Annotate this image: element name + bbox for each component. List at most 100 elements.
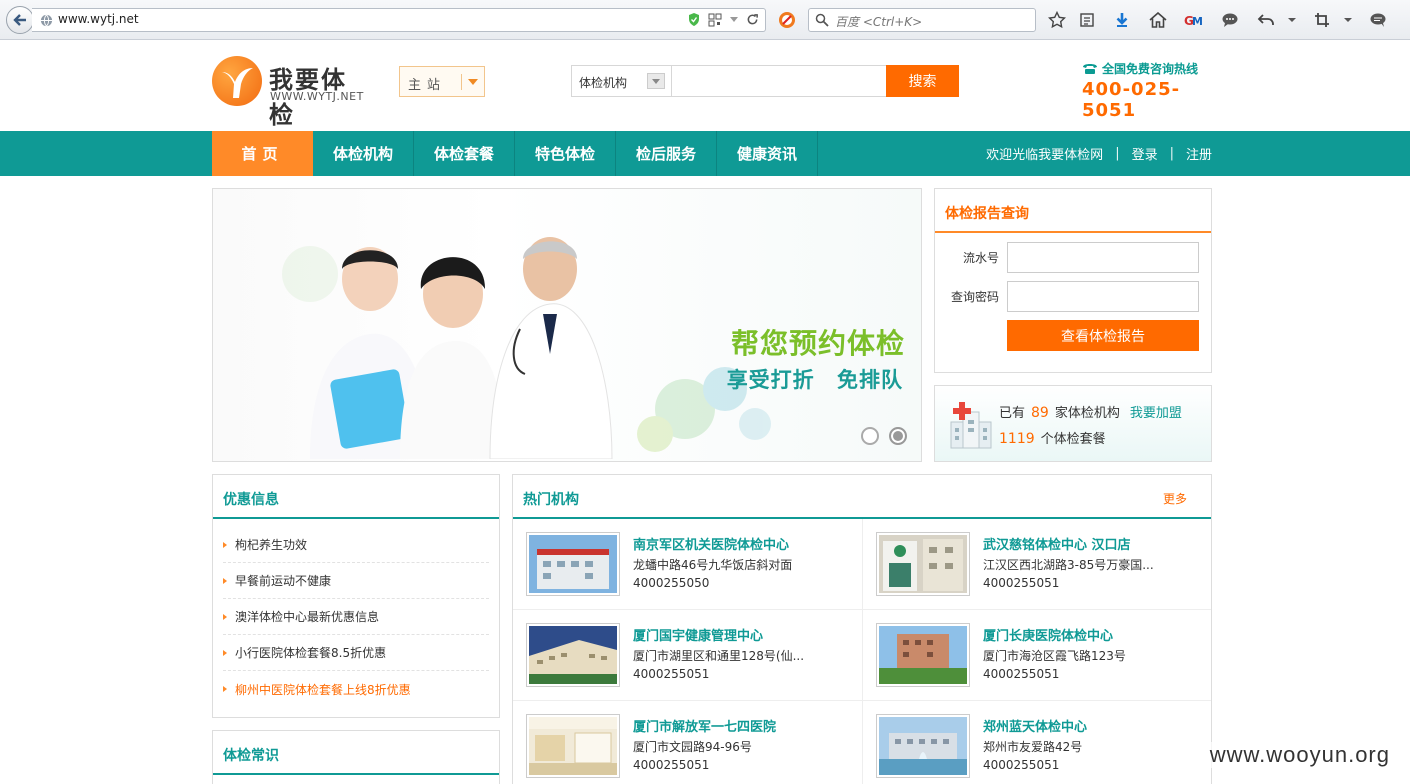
institution-card[interactable]: 厦门市解放军一七四医院 厦门市文园路94-96号 4000255051 — [513, 701, 862, 784]
institution-photo — [876, 532, 970, 596]
nav-item-health-news[interactable]: 健康资讯 — [717, 131, 818, 176]
chevron-down-icon-2[interactable] — [1337, 9, 1359, 31]
globe-icon — [40, 14, 53, 27]
toolbar-search-input[interactable]: 百度 <Ctrl+K> — [808, 8, 1036, 32]
query-password-input[interactable] — [1007, 281, 1199, 312]
list-item[interactable]: 早餐前运动不健康 — [223, 563, 489, 599]
institution-phone: 4000255051 — [983, 576, 1060, 590]
password-label: 查询密码 — [950, 290, 999, 304]
select-arrow-icon — [647, 73, 665, 89]
list-item[interactable]: 小行医院体检套餐8.5折优惠 — [223, 635, 489, 671]
list-item[interactable]: 柳州中医院体检套餐上线8折优惠 — [223, 671, 489, 707]
serial-row: 流水号 — [935, 242, 1199, 273]
institution-card[interactable]: 郑州蓝天体检中心 郑州市友爱路42号 4000255051 — [862, 701, 1211, 784]
site-logo[interactable]: 我要体检 WWW.WYTJ.NET — [212, 56, 363, 129]
url-bar[interactable]: www.wytj.net — [32, 8, 766, 32]
nav-item-after-service[interactable]: 检后服务 — [616, 131, 717, 176]
institution-photo — [876, 714, 970, 778]
nav-item-packages[interactable]: 体检套餐 — [414, 131, 515, 176]
institution-address: 厦门市文园路94-96号 — [633, 740, 752, 754]
institution-card[interactable]: 南京军区机关医院体检中心 龙蟠中路46号九华饭店斜对面 4000255050 — [513, 519, 862, 610]
institution-name[interactable]: 郑州蓝天体检中心 — [983, 716, 1087, 735]
watermark-text: www.wooyun.org — [1209, 742, 1390, 768]
browser-toolbar: www.wytj.net 百度 <Ctrl+K> GM — [0, 0, 1410, 40]
svg-text:M: M — [1192, 15, 1203, 28]
divider: | — [1169, 146, 1174, 161]
search-category-select[interactable]: 体检机构 — [572, 66, 672, 96]
hotline: 全国免费咨询热线 400-025-5051 — [1082, 60, 1212, 121]
site-select-dropdown[interactable]: 主站 — [399, 66, 485, 97]
dropdown-arrow-icon[interactable] — [729, 16, 739, 24]
gm-extension-icon[interactable]: GM — [1182, 9, 1204, 31]
list-item[interactable]: 澳洋体检中心最新优惠信息 — [223, 599, 489, 635]
search-button[interactable]: 搜索 — [886, 65, 959, 97]
institution-card[interactable]: 厦门长庚医院体检中心 厦门市海沧区霞飞路123号 4000255051 — [862, 610, 1211, 701]
speech-bubble-icon[interactable] — [1367, 9, 1389, 31]
undo-icon[interactable] — [1255, 9, 1277, 31]
institution-card[interactable]: 武汉慈铭体检中心 汉口店 江汉区西北湖路3-85号万豪国... 40002550… — [862, 519, 1211, 610]
promo-item-text: 澳洋体检中心最新优惠信息 — [235, 610, 380, 624]
reload-icon[interactable] — [746, 13, 759, 26]
chat-bubble-icon[interactable] — [1219, 9, 1241, 31]
institution-phone: 4000255051 — [633, 667, 710, 681]
home-icon[interactable] — [1147, 9, 1169, 31]
nav-item-institutions[interactable]: 体检机构 — [313, 131, 414, 176]
hero-banner[interactable]: 帮您预约体检 享受打折 免排队 — [212, 188, 922, 462]
banner-subline: 享受打折 免排队 — [726, 368, 903, 392]
institution-name[interactable]: 南京军区机关医院体检中心 — [633, 534, 789, 553]
stats-institutions-line: 已有 89 家体检机构 我要加盟 — [999, 402, 1182, 421]
package-count: 1119 — [999, 431, 1035, 447]
report-panel-title: 体检报告查询 — [935, 189, 1211, 233]
carousel-dot-1[interactable] — [861, 427, 879, 445]
adblock-icon[interactable] — [776, 9, 798, 31]
login-link[interactable]: 登录 — [1132, 144, 1158, 163]
qr-code-icon[interactable] — [708, 13, 722, 27]
phone-icon — [1083, 63, 1097, 74]
nav-item-home[interactable]: 首页 — [212, 131, 313, 176]
crop-screenshot-icon[interactable] — [1311, 9, 1333, 31]
nav-item-special[interactable]: 特色体检 — [515, 131, 616, 176]
view-report-button[interactable]: 查看体检报告 — [1007, 320, 1199, 351]
institution-name[interactable]: 武汉慈铭体检中心 汉口店 — [983, 534, 1131, 553]
institution-name[interactable]: 厦门国宇健康管理中心 — [633, 625, 763, 644]
download-icon[interactable] — [1111, 9, 1133, 31]
promo-item-text: 柳州中医院体检套餐上线8折优惠 — [235, 682, 411, 697]
list-item[interactable]: 枸杞养生功效 — [223, 527, 489, 563]
reading-list-icon[interactable] — [1076, 9, 1098, 31]
user-links: 欢迎光临我要体检网 | 登录 | 注册 — [986, 131, 1212, 176]
institution-phone: 4000255050 — [633, 576, 710, 590]
site-search: 体检机构 搜索 — [571, 65, 959, 97]
knowledge-title: 体检常识 — [213, 731, 499, 775]
back-arrow-icon — [13, 14, 26, 26]
serial-label: 流水号 — [962, 251, 999, 265]
institution-card[interactable]: 厦门国宇健康管理中心 厦门市湖里区和通里128号(仙... 4000255051 — [513, 610, 862, 701]
institution-address: 厦门市海沧区霞飞路123号 — [983, 649, 1126, 663]
toolbar-search-placeholder: 百度 <Ctrl+K> — [835, 15, 923, 29]
institution-phone: 4000255051 — [633, 758, 710, 772]
serial-number-input[interactable] — [1007, 242, 1199, 273]
shield-icon[interactable] — [687, 12, 701, 27]
register-link[interactable]: 注册 — [1186, 144, 1212, 163]
chevron-down-icon[interactable] — [1281, 9, 1303, 31]
bullet-arrow-icon — [223, 577, 227, 584]
promo-panel: 优惠信息 枸杞养生功效 早餐前运动不健康 澳洋体检中心最新优惠信息 小行医院体检… — [212, 474, 500, 718]
institution-count: 89 — [1031, 405, 1049, 421]
institution-name[interactable]: 厦门长庚医院体检中心 — [983, 625, 1113, 644]
join-link[interactable]: 我要加盟 — [1130, 406, 1182, 421]
promo-item-text: 枸杞养生功效 — [235, 538, 308, 552]
search-input[interactable] — [673, 66, 887, 96]
promo-list: 枸杞养生功效 早餐前运动不健康 澳洋体检中心最新优惠信息 小行医院体检套餐8.5… — [213, 527, 499, 707]
more-link[interactable]: 更多 — [1163, 490, 1187, 507]
institution-address: 龙蟠中路46号九华饭店斜对面 — [633, 558, 793, 572]
knowledge-panel: 体检常识 — [212, 730, 500, 784]
caret-down-icon — [468, 79, 478, 85]
hot-title: 热门机构 — [523, 492, 579, 508]
hot-title-row: 热门机构 更多 — [513, 475, 1211, 519]
back-button[interactable] — [6, 6, 34, 34]
bookmark-star-icon[interactable] — [1046, 9, 1068, 31]
institution-name[interactable]: 厦门市解放军一七四医院 — [633, 716, 776, 735]
stats-panel: 已有 89 家体检机构 我要加盟 1119 个体检套餐 — [934, 385, 1212, 462]
promo-title: 优惠信息 — [213, 475, 499, 519]
search-icon — [815, 13, 829, 27]
carousel-dot-2[interactable] — [889, 427, 907, 445]
